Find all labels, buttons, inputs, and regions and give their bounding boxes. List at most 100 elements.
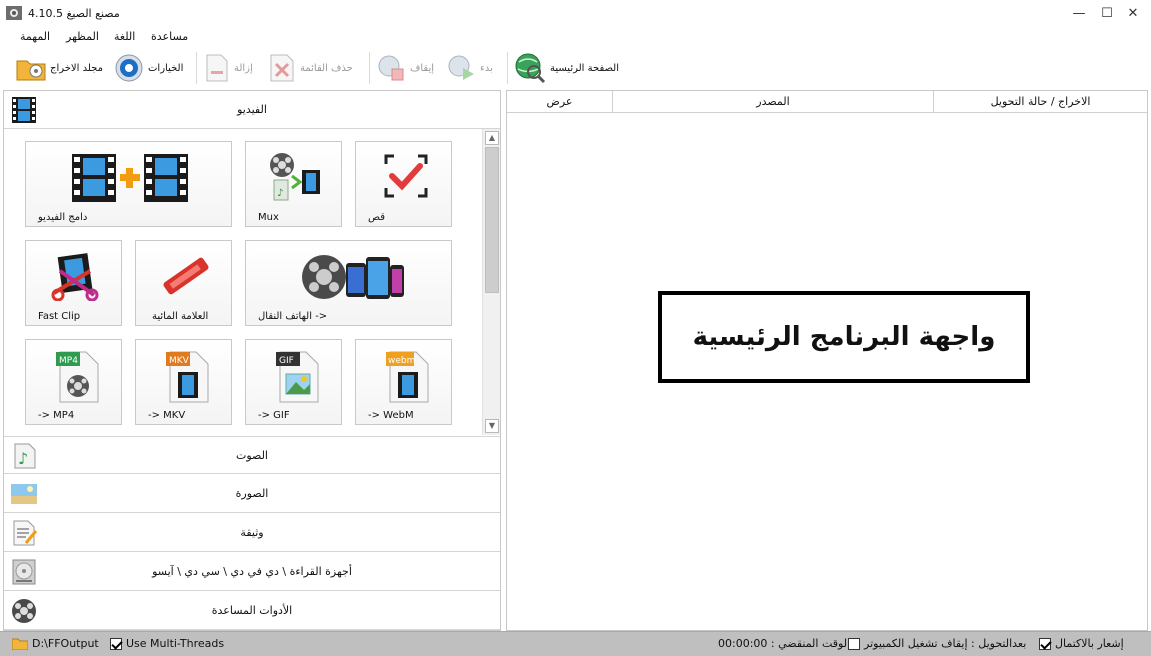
shutdown-label: بعدالتحويل : إيقاف تشغيل الكمبيوتر <box>864 637 1027 650</box>
category-rom-device-label: أجهزة القراءة \ دي في دي \ سي دي \ آيسو <box>152 565 352 578</box>
remove-button[interactable]: إزالة <box>204 52 253 84</box>
fast-clip-scissors-icon <box>51 253 99 301</box>
mp4-badge: MP4 <box>59 356 78 366</box>
svg-text:♪: ♪ <box>277 188 283 199</box>
category-image-label: الصورة <box>235 487 269 500</box>
tile-to-mp4-label: -> MP4 <box>38 410 75 421</box>
title-bar: مصنع الصيغ 4.10.5 — ☐ ✕ <box>0 0 1151 28</box>
gif-badge: GIF <box>279 356 294 366</box>
tile-fast-clip[interactable]: Fast Clip <box>25 240 122 326</box>
clear-list-label: حذف القائمة <box>300 62 353 74</box>
annotation-caption: واجهة البرنامج الرئيسية <box>692 322 996 352</box>
mp4-file-icon: MP4 <box>56 351 99 403</box>
stop-button[interactable]: إيقاف <box>376 52 434 84</box>
scroll-up-icon[interactable]: ▲ <box>485 131 499 145</box>
category-image[interactable]: الصورة <box>4 475 500 513</box>
column-source[interactable]: المصدر <box>613 91 934 113</box>
start-button[interactable]: بدء <box>446 52 493 84</box>
column-preview[interactable]: عرض <box>507 91 613 113</box>
tile-to-mp4[interactable]: MP4 -> MP4 <box>25 339 122 425</box>
gif-file-icon: GIF <box>276 351 319 403</box>
menu-bar: المهمة المظهر اللغة مساعدة <box>0 28 1151 46</box>
category-panel: الفيديو دامج الفيديو ♪ Mux قص Fast Clip … <box>3 90 501 631</box>
mkv-badge: MKV <box>169 356 190 366</box>
multithreads-option[interactable]: Use Multi-Threads <box>110 637 224 650</box>
multithreads-label: Use Multi-Threads <box>126 637 225 650</box>
remove-file-icon <box>206 54 228 82</box>
crop-icon <box>384 154 428 198</box>
menu-skin[interactable]: المظهر <box>66 30 99 43</box>
home-globe-icon <box>515 53 546 84</box>
menu-task[interactable]: المهمة <box>20 30 50 43</box>
mux-icon: ♪ <box>270 153 320 201</box>
tile-to-webm[interactable]: webm -> WebM <box>355 339 452 425</box>
stop-label: إيقاف <box>410 62 435 74</box>
tile-video-joiner-label: دامج الفيديو <box>38 212 88 223</box>
tiles-scrollbar[interactable]: ▲ ▼ <box>482 129 500 435</box>
start-icon <box>448 55 474 80</box>
start-label: بدء <box>480 62 493 74</box>
toolbar-separator <box>369 52 370 84</box>
tile-to-gif[interactable]: GIF -> GIF <box>245 339 342 425</box>
minimize-button[interactable]: — <box>1068 4 1090 24</box>
category-document[interactable]: وثيقة <box>4 514 500 552</box>
clear-list-button[interactable]: حذف القائمة <box>268 52 353 84</box>
category-video[interactable]: الفيديو <box>4 91 500 129</box>
close-button[interactable]: ✕ <box>1122 4 1144 24</box>
tile-mobile[interactable]: الهاتف النقال -> <box>245 240 452 326</box>
shutdown-option[interactable]: بعدالتحويل : إيقاف تشغيل الكمبيوتر <box>848 637 1026 650</box>
notify-option[interactable]: إشعار بالاكتمال <box>1039 637 1124 650</box>
scroll-thumb[interactable] <box>485 147 499 293</box>
tile-to-mkv[interactable]: MKV -> MKV <box>135 339 232 425</box>
category-audio[interactable]: ♪ الصوت <box>4 436 500 474</box>
home-button[interactable]: الصفحة الرئيسية <box>514 52 619 84</box>
annotation-box: واجهة البرنامج الرئيسية <box>658 291 1030 383</box>
menu-help[interactable]: مساعدة <box>151 30 188 43</box>
toolbar-separator <box>507 52 508 84</box>
column-output-status[interactable]: الاخراج / حالة التحويل <box>934 91 1147 113</box>
options-label: الخيارات <box>148 62 184 74</box>
remove-label: إزالة <box>234 62 253 74</box>
category-utilities[interactable]: الأدوات المساعدة <box>4 592 500 630</box>
clear-list-icon <box>270 54 294 82</box>
mkv-file-icon: MKV <box>166 351 209 403</box>
folder-icon <box>16 60 46 81</box>
options-button[interactable]: الخيارات <box>114 52 183 84</box>
task-list-panel: عرض المصدر الاخراج / حالة التحويل واجهة … <box>506 90 1148 631</box>
output-path-status[interactable]: D:\FFOutput <box>12 637 99 650</box>
video-tools-grid: دامج الفيديو ♪ Mux قص Fast Clip العلامة … <box>4 129 482 435</box>
shutdown-checkbox[interactable] <box>848 637 860 650</box>
category-audio-label: الصوت <box>236 449 268 462</box>
webm-badge: webm <box>388 356 415 366</box>
category-utilities-label: الأدوات المساعدة <box>211 604 293 617</box>
mobile-devices-icon <box>302 255 404 299</box>
toolbar: مجلد الاخراج الخيارات إزالة حذف القائمة … <box>0 48 1151 88</box>
output-folder-button[interactable]: مجلد الاخراج <box>16 52 103 84</box>
maximize-button[interactable]: ☐ <box>1096 4 1118 24</box>
scroll-down-icon[interactable]: ▼ <box>485 419 499 433</box>
tile-crop-label: قص <box>368 212 386 223</box>
tile-video-joiner[interactable]: دامج الفيديو <box>25 141 232 227</box>
tile-to-webm-label: -> WebM <box>368 410 414 421</box>
category-rom-device[interactable]: أجهزة القراءة \ دي في دي \ سي دي \ آيسو <box>4 553 500 591</box>
watermark-icon <box>163 257 209 295</box>
output-path-text: D:\FFOutput <box>32 637 99 650</box>
window-title: مصنع الصيغ 4.10.5 <box>28 7 120 20</box>
notify-label: إشعار بالاكتمال <box>1055 637 1124 650</box>
multithreads-checkbox[interactable] <box>110 637 122 650</box>
elapsed-time: 00:00:00 : الوقت المنقضي <box>718 637 850 650</box>
tile-to-mkv-label: -> MKV <box>148 410 186 421</box>
tile-watermark[interactable]: العلامة المائية <box>135 240 232 326</box>
video-joiner-icon <box>72 154 188 202</box>
app-icon <box>6 6 22 20</box>
stop-icon <box>378 55 404 81</box>
tile-fast-clip-label: Fast Clip <box>38 311 81 322</box>
menu-language[interactable]: اللغة <box>114 30 135 43</box>
home-label: الصفحة الرئيسية <box>550 62 619 74</box>
tile-crop[interactable]: قص <box>355 141 452 227</box>
webm-file-icon: webm <box>386 351 429 403</box>
notify-checkbox[interactable] <box>1039 637 1051 650</box>
tile-to-gif-label: -> GIF <box>258 410 290 421</box>
tile-mux[interactable]: ♪ Mux <box>245 141 342 227</box>
category-document-label: وثيقة <box>240 526 264 539</box>
